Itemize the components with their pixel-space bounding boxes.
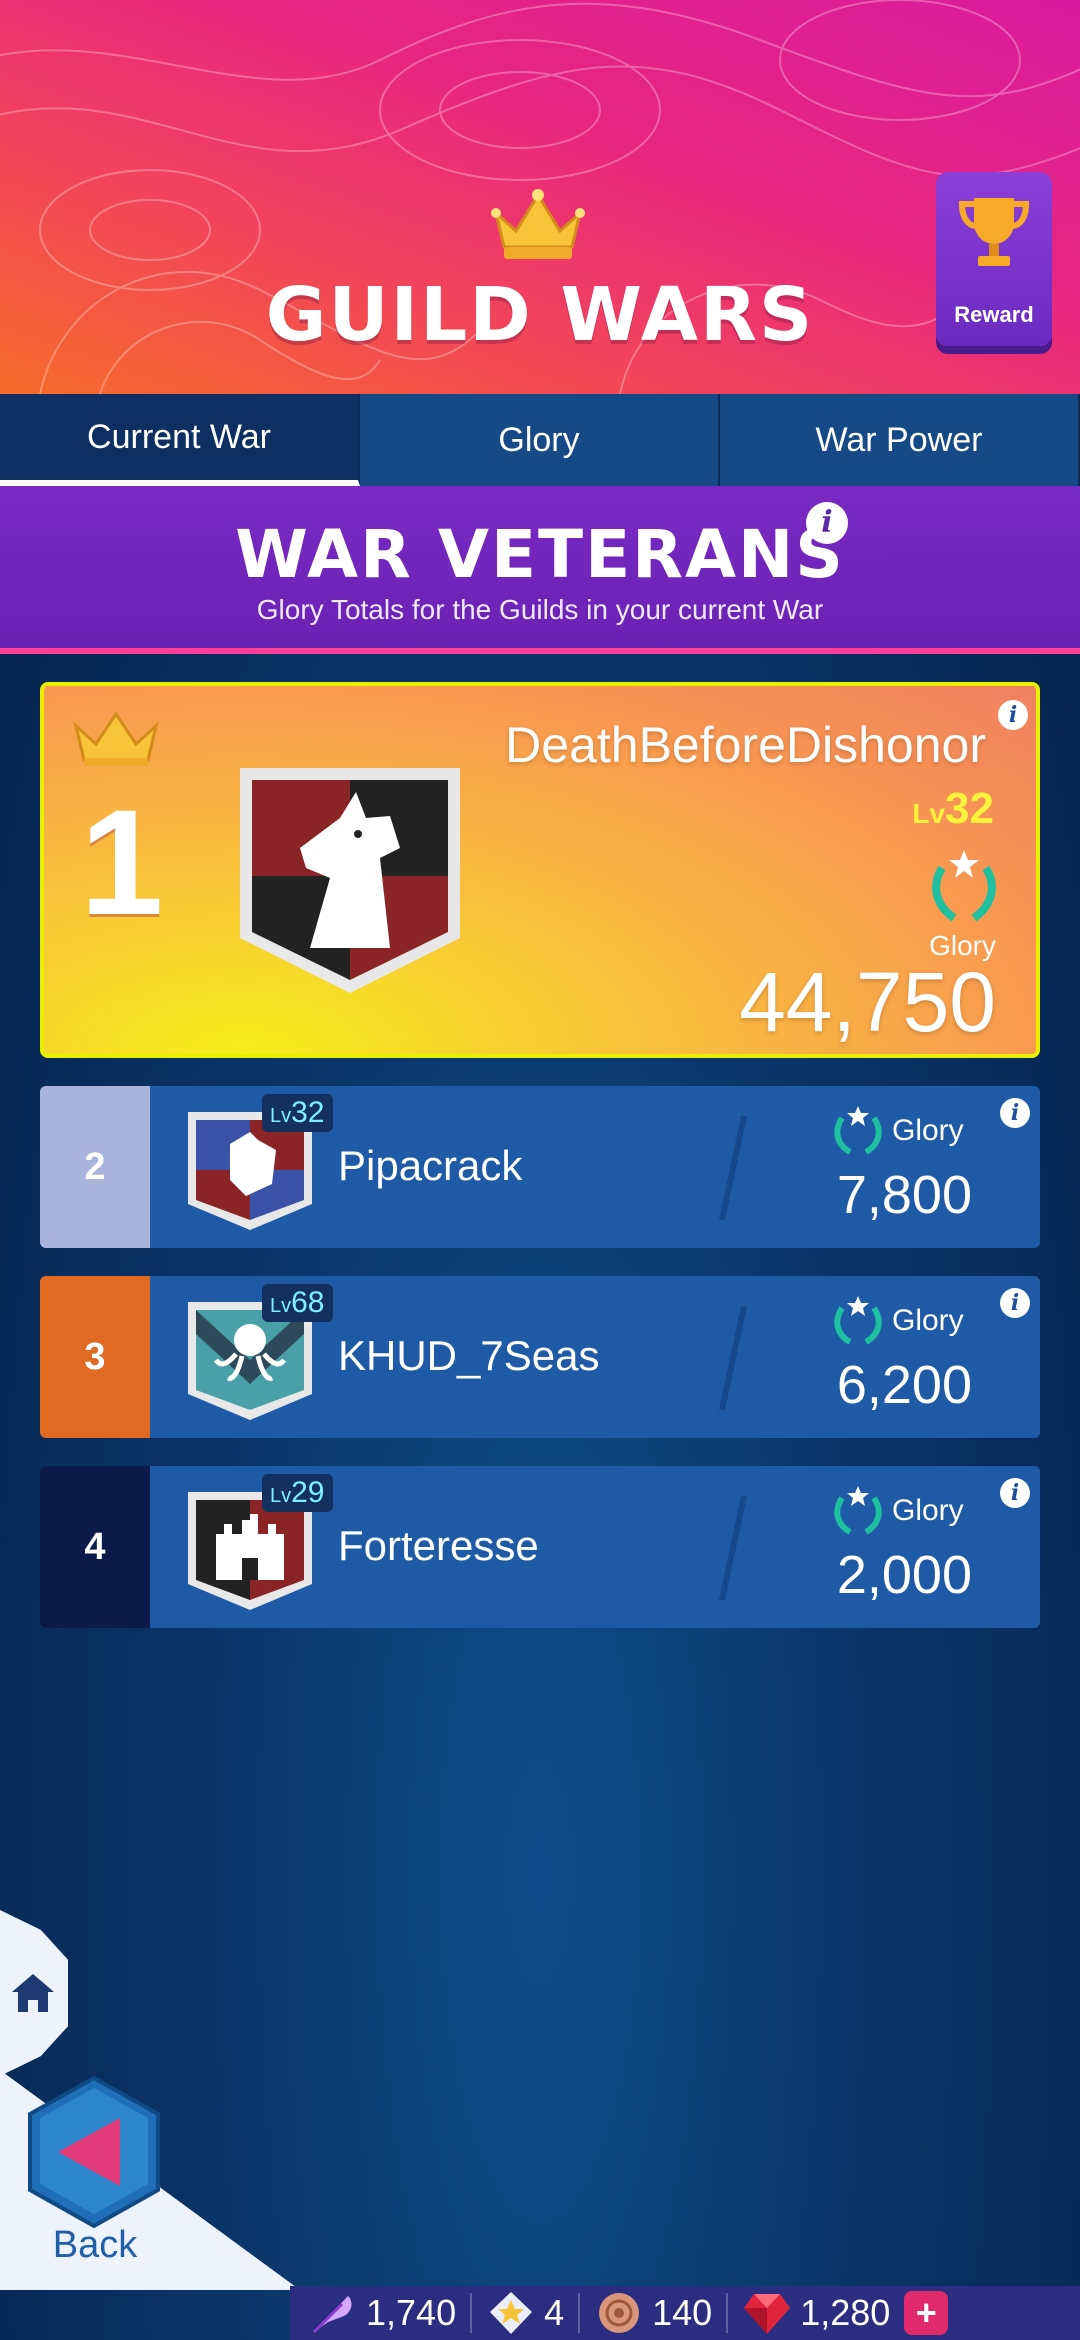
leader-level: Lv32	[912, 784, 994, 834]
guild-row[interactable]: 2 Lv32 Pipacrack Glory 7,800 i	[40, 1086, 1040, 1248]
divider	[470, 2293, 473, 2333]
guild-level: Lv68	[262, 1284, 333, 1322]
guild-name: Pipacrack	[338, 1142, 523, 1189]
tab-label: Glory	[498, 420, 580, 459]
level-value: 32	[945, 784, 994, 833]
glory-value: 2,000	[836, 1545, 972, 1605]
guild-info-button[interactable]: i	[1000, 1098, 1030, 1128]
level-prefix: Lv	[270, 1295, 292, 1317]
currency-stars[interactable]: 4	[486, 2286, 564, 2340]
guild-level: Lv32	[262, 1094, 333, 1132]
leader-guild-name: DeathBeforeDishonor	[505, 717, 986, 773]
level-value: 32	[291, 1096, 325, 1129]
glory-label: Glory	[892, 1304, 964, 1337]
trophy-icon	[958, 198, 1030, 266]
currency-feathers[interactable]: 1,740	[308, 2286, 456, 2340]
guild-name: KHUD_7Seas	[338, 1332, 600, 1379]
glory-value: 7,800	[836, 1165, 972, 1225]
laurel-icon	[834, 1296, 882, 1345]
laurel-icon	[834, 1106, 882, 1155]
level-prefix: Lv	[270, 1105, 292, 1127]
tab-label: War Power	[815, 420, 983, 459]
home-button[interactable]	[0, 1910, 68, 2076]
rank-badge: 3	[40, 1276, 150, 1438]
glory-value: 6,200	[836, 1355, 972, 1415]
leader-info-button[interactable]: i	[998, 700, 1028, 730]
back-button[interactable]	[24, 2074, 164, 2234]
currency-seals[interactable]: 140	[594, 2286, 712, 2340]
crown-icon	[491, 189, 585, 259]
level-value: 29	[291, 1476, 325, 1509]
divider	[718, 1306, 748, 1410]
tab-glory[interactable]: Glory	[360, 394, 720, 486]
guild-row[interactable]: 3 Lv68 KHUD_7Seas Glory 6,200 i	[40, 1276, 1040, 1438]
laurel-icon	[932, 850, 996, 922]
level-prefix: Lv	[912, 798, 946, 829]
level-prefix: Lv	[270, 1485, 292, 1507]
seal-icon	[599, 2293, 640, 2333]
page-title: GUILD WARS	[265, 272, 815, 358]
currency-gems[interactable]: 1,280	[742, 2286, 890, 2340]
section-subtitle: Glory Totals for the Guilds in your curr…	[256, 594, 824, 625]
tab-bar: Current War Glory War Power	[0, 394, 1080, 502]
crown-icon	[73, 711, 159, 766]
section-info-button[interactable]: i	[806, 502, 848, 544]
divider	[578, 2293, 581, 2333]
section-banner: WAR VETERANS Glory Totals for the Guilds…	[0, 486, 1080, 654]
guild-row[interactable]: 4 Lv29 Forteresse Glory 2,000 i	[40, 1466, 1040, 1628]
tab-war-power[interactable]: War Power	[720, 394, 1080, 486]
reward-label: Reward	[954, 302, 1034, 327]
back-label: Back	[52, 2224, 138, 2266]
currency-value: 140	[652, 2292, 713, 2333]
divider	[718, 1496, 748, 1600]
laurel-icon	[834, 1486, 882, 1535]
home-icon	[12, 1974, 54, 2012]
leader-glory-value: 44,750	[739, 955, 996, 1049]
tab-label: Current War	[87, 417, 271, 456]
rank-badge: 2	[40, 1086, 150, 1248]
guild-emblem-wolf	[240, 768, 460, 993]
add-currency-button[interactable]: +	[904, 2291, 949, 2335]
feather-icon	[312, 2296, 352, 2334]
rank-badge: 4	[40, 1466, 150, 1628]
header: GUILD WARS Reward	[0, 0, 1080, 394]
star-icon	[490, 2292, 533, 2334]
guild-level: Lv29	[262, 1474, 333, 1512]
guild-info-button[interactable]: i	[1000, 1478, 1030, 1508]
divider	[718, 1116, 748, 1220]
guild-name: Forteresse	[338, 1522, 539, 1569]
level-value: 68	[291, 1286, 325, 1319]
gem-icon	[744, 2294, 791, 2334]
leader-card[interactable]: 1 DeathBeforeDishonor Lv32 Glory 44,750 …	[40, 682, 1040, 1058]
reward-button[interactable]: Reward	[936, 172, 1052, 346]
currency-bar: 1,740 4 140 1,280 +	[290, 2286, 1080, 2340]
currency-value: 4	[544, 2292, 565, 2333]
tab-current-war[interactable]: Current War	[0, 394, 360, 502]
currency-value: 1,280	[800, 2292, 891, 2333]
glory-label: Glory	[892, 1494, 964, 1527]
guild-info-button[interactable]: i	[1000, 1288, 1030, 1318]
glory-label: Glory	[892, 1114, 964, 1147]
divider	[726, 2293, 729, 2333]
section-title: WAR VETERANS	[235, 516, 845, 593]
leader-rank: 1	[80, 778, 164, 946]
currency-value: 1,740	[366, 2292, 457, 2333]
